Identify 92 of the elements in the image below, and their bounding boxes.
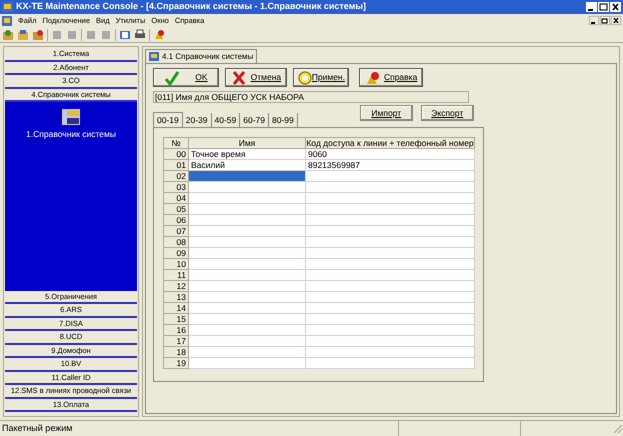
table-cell[interactable]: Василий xyxy=(188,160,306,170)
table-cell[interactable] xyxy=(188,324,306,336)
table-cell[interactable]: 89213569987 xyxy=(306,160,474,170)
table-cell[interactable] xyxy=(188,292,306,302)
minimize-icon[interactable] xyxy=(589,16,599,25)
table-cell[interactable] xyxy=(188,280,306,292)
row-number: 13 xyxy=(164,292,188,302)
row-number: 06 xyxy=(164,214,188,226)
table-cell[interactable]: Точное время xyxy=(188,148,306,160)
status-text: Пакетный режим xyxy=(2,422,72,435)
table-cell[interactable] xyxy=(306,336,474,346)
table-cell[interactable] xyxy=(188,182,306,192)
cross-icon xyxy=(230,70,247,86)
row-number: 01 xyxy=(164,160,188,170)
table-cell[interactable] xyxy=(188,214,306,226)
table-cell[interactable] xyxy=(188,236,306,248)
row-number: 18 xyxy=(164,346,188,358)
minimize-icon[interactable] xyxy=(586,2,597,12)
table-cell[interactable] xyxy=(188,358,306,368)
sidebar-subitem[interactable]: 1.Справочник системы xyxy=(26,128,116,141)
row-number: 11 xyxy=(164,270,188,280)
table-cell[interactable] xyxy=(188,204,306,214)
restore-icon[interactable] xyxy=(600,16,610,25)
check-icon xyxy=(164,70,180,86)
table-cell[interactable] xyxy=(306,324,474,336)
range-tab[interactable]: 80-99 xyxy=(269,113,298,128)
description-field: [011] Имя для ОБЩЕГО УСК НАБОРА xyxy=(153,91,469,103)
table-cell[interactable] xyxy=(306,226,474,236)
row-number: 12 xyxy=(164,280,188,292)
document-icon xyxy=(2,16,12,26)
table-cell[interactable] xyxy=(306,270,474,280)
action-button[interactable]: Примен. xyxy=(293,68,349,87)
close-icon[interactable] xyxy=(610,2,621,12)
action-button[interactable]: Отмена xyxy=(225,68,287,87)
row-number: 17 xyxy=(164,336,188,346)
action-button[interactable]: Экспорт xyxy=(420,105,474,121)
range-tab[interactable]: 40-59 xyxy=(212,113,240,128)
table-cell[interactable] xyxy=(306,258,474,270)
row-number: 14 xyxy=(164,302,188,314)
maximize-icon[interactable] xyxy=(598,2,609,12)
resize-grip-icon[interactable] xyxy=(611,422,623,436)
table-cell[interactable] xyxy=(188,314,306,324)
table-cell[interactable] xyxy=(306,170,474,182)
row-number: 09 xyxy=(164,248,188,258)
table-cell[interactable] xyxy=(306,346,474,358)
table-cell[interactable] xyxy=(306,292,474,302)
table-cell[interactable] xyxy=(188,170,306,182)
table-cell[interactable] xyxy=(306,192,474,204)
folder-icon[interactable] xyxy=(17,28,29,40)
table-cell[interactable] xyxy=(306,358,474,368)
action-button[interactable]: Справка xyxy=(359,68,423,87)
table-cell[interactable]: 9060 xyxy=(306,148,474,160)
range-tab[interactable]: 00-19 xyxy=(153,112,183,128)
row-number: 07 xyxy=(164,226,188,236)
app-icon xyxy=(2,2,13,12)
row-number: 19 xyxy=(164,358,188,368)
row-number: 15 xyxy=(164,314,188,324)
table-cell[interactable] xyxy=(188,336,306,346)
table-cell[interactable] xyxy=(306,314,474,324)
table-cell[interactable] xyxy=(188,226,306,236)
row-number: 16 xyxy=(164,324,188,336)
table-cell[interactable] xyxy=(306,236,474,248)
printer-icon[interactable] xyxy=(134,28,146,40)
table-cell[interactable] xyxy=(306,280,474,292)
row-number: 00 xyxy=(164,148,188,160)
table-cell[interactable] xyxy=(188,192,306,204)
row-number: 10 xyxy=(164,258,188,270)
table-cell[interactable] xyxy=(306,302,474,314)
table-cell[interactable] xyxy=(188,346,306,358)
table-cell[interactable] xyxy=(188,270,306,280)
document-tab[interactable]: 4.1 Справочник системы xyxy=(145,49,258,63)
row-number: 05 xyxy=(164,204,188,214)
action-button[interactable]: Импорт xyxy=(360,105,413,121)
table-cell[interactable] xyxy=(306,204,474,214)
table-cell[interactable] xyxy=(306,214,474,226)
table-cell[interactable] xyxy=(188,302,306,314)
table-cell[interactable] xyxy=(306,182,474,192)
window-title: KX-TE Maintenance Console - [4.Справочник системы - 1.Справочник системы] xyxy=(16,0,366,14)
row-number: 02 xyxy=(164,170,188,182)
table-cell[interactable] xyxy=(306,248,474,258)
row-number: 04 xyxy=(164,192,188,204)
ring-icon xyxy=(297,70,312,86)
column-header[interactable]: Имя xyxy=(188,138,306,148)
close-icon[interactable] xyxy=(611,16,621,25)
row-number: 08 xyxy=(164,236,188,248)
action-button[interactable]: OK xyxy=(153,68,219,87)
folder-icon[interactable] xyxy=(32,28,44,40)
row-number: 03 xyxy=(164,182,188,192)
table-cell[interactable] xyxy=(188,248,306,258)
column-header[interactable]: Код доступа к линии + телефонный номер xyxy=(306,138,474,148)
column-header[interactable]: № xyxy=(164,138,188,148)
table-cell[interactable] xyxy=(188,258,306,270)
